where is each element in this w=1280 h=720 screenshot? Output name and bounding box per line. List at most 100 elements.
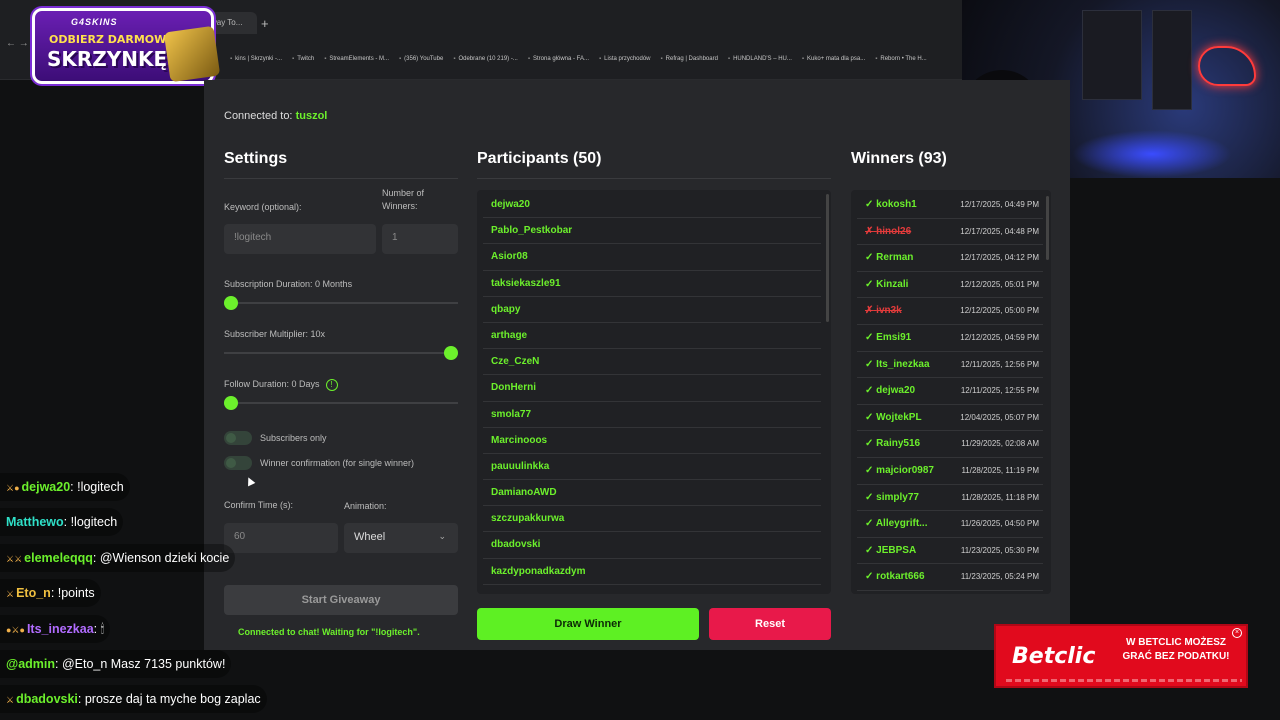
ad-fine-print <box>1006 679 1242 682</box>
winner-name-text: hinol26 <box>876 225 912 237</box>
sub-duration-label: Subscription Duration: 0 Months <box>224 279 353 289</box>
participants-scrollbar[interactable] <box>826 194 829 322</box>
bookmark-item[interactable]: HUNDLAND'S – HU... <box>728 56 792 62</box>
participant-row: dbadovski <box>483 532 821 559</box>
bookmark-item[interactable]: (356) YouTube <box>399 56 443 62</box>
animation-select[interactable]: Wheel ⌄ <box>344 523 458 553</box>
stream-frame: ← → way To... + kins | Skrzynki -...Twit… <box>0 0 1280 720</box>
keyword-input[interactable]: !logitech <box>224 224 376 254</box>
reset-button[interactable]: Reset <box>709 608 831 640</box>
bookmark-item[interactable]: Strona główna - FA... <box>528 56 589 62</box>
winner-date: 11/26/2025, 04:50 PM <box>960 519 1039 529</box>
chat-text: : prosze daj ta myche bog zaplac <box>77 692 261 707</box>
participant-row: Pablo_Pestkobar <box>483 218 821 245</box>
bookmark-item[interactable]: kins | Skrzynki -... <box>230 56 282 62</box>
chat-badge-icon: ⚔⚔ <box>6 553 23 564</box>
animation-value: Wheel <box>354 531 386 543</box>
winner-confirmation-toggle[interactable] <box>224 456 252 470</box>
check-icon: ✓ <box>865 411 874 423</box>
bookmark-item[interactable]: Refrag | Dashboard <box>661 56 718 62</box>
winner-name: ✓ rotkart666 <box>865 571 925 582</box>
participant-row: taksiekaszle91 <box>483 271 821 297</box>
winner-row: ✓ kokosh1 12/17/2025, 04:49 PM <box>857 192 1043 219</box>
winner-date: 12/11/2025, 12:56 PM <box>960 359 1039 369</box>
winner-name-text: simply77 <box>876 491 919 503</box>
participant-row: smola77 <box>483 402 821 428</box>
rejected-winner-name: ✗ ivn3k <box>865 305 902 316</box>
participants-divider <box>477 178 831 179</box>
winner-name: ✓ simply77 <box>865 492 919 503</box>
winner-name: ✓ Kinzali <box>865 279 908 290</box>
winner-name-text: WojtekPL <box>876 411 922 423</box>
chat-username: dejwa20 <box>21 480 71 494</box>
participant-row: Marcinooos <box>483 428 821 454</box>
bookmark-item[interactable]: StreamElements - M... <box>324 56 389 62</box>
chat-username: elemeleqqq <box>24 550 93 565</box>
settings-divider <box>224 178 458 179</box>
settings-title: Settings <box>224 150 288 167</box>
winners-count-label: Number of Winners: <box>382 188 425 211</box>
confirm-time-label: Confirm Time (s): <box>224 500 294 510</box>
participant-row: szczupakkurwa <box>483 506 821 533</box>
winner-name: ✓ kokosh1 <box>865 199 917 210</box>
winner-name-text: majcior0987 <box>876 464 934 476</box>
subscribers-only-toggle[interactable] <box>224 431 252 445</box>
participants-list[interactable]: dejwa20 Pablo_Pestkobar Asior08 taksiekaszl… <box>477 190 831 594</box>
promo-badge: G4SKINS ODBIERZ DARMOWĄ SKRZYNKĘ! <box>32 8 221 84</box>
winner-row: ✗ ivn3k 12/12/2025, 05:00 PM <box>857 298 1043 325</box>
check-icon: ✓ <box>865 464 874 476</box>
confirm-time-input[interactable]: 60 <box>224 523 338 553</box>
check-icon: ✓ <box>865 358 874 370</box>
draw-winner-button[interactable]: Draw Winner <box>477 608 699 640</box>
browser-nav-arrows[interactable]: ← → <box>6 38 29 49</box>
winner-name-text: Rerman <box>876 252 914 264</box>
winners-count-input[interactable]: 1 <box>382 224 458 254</box>
multiplier-slider[interactable] <box>444 346 458 360</box>
info-icon[interactable]: ! <box>325 378 338 391</box>
winner-row: ✓ majcior0987 11/28/2025, 11:19 PM <box>857 458 1043 485</box>
check-icon: ✓ <box>865 331 874 343</box>
winner-row: ✓ Its_inezkaa 12/11/2025, 12:56 PM <box>857 352 1043 379</box>
winner-name-text: JEBPSA <box>876 544 917 556</box>
winner-date: 12/17/2025, 04:49 PM <box>960 200 1039 209</box>
connection-info: Connected to: tuszol <box>224 110 327 122</box>
winner-name-text: rotkart666 <box>876 571 925 583</box>
new-tab-button[interactable]: + <box>261 16 269 31</box>
chat-text: : !points <box>50 586 95 601</box>
betclic-ad[interactable]: Betclic W BETCLIC MOŻESZ GRAĆ BEZ PODATK… <box>994 624 1248 688</box>
bookmark-item[interactable]: Reborn • The H... <box>875 56 926 62</box>
winner-date: 11/23/2025, 05:24 PM <box>960 572 1039 582</box>
bookmark-item[interactable]: Kuko+ mata dla psa... <box>802 56 865 62</box>
follow-duration-slider[interactable] <box>224 396 238 410</box>
participant-row: arthage <box>483 323 821 350</box>
winner-row: ✓ simply77 11/28/2025, 11:18 PM <box>857 485 1043 512</box>
chat-status: Connected to chat! Waiting for "!logitec… <box>238 627 420 637</box>
winner-name-text: Alleygrift... <box>875 518 928 530</box>
winner-row: ✓ JEBPSA 11/23/2025, 05:30 PM <box>857 538 1043 565</box>
winner-name: ✓ dejwa20 <box>865 385 915 396</box>
winner-name-text: Emsi91 <box>876 331 912 343</box>
winner-name: ✓ Emsi91 <box>865 332 911 343</box>
chat-badge-icon: ⚔ <box>6 589 15 600</box>
chat-text: : @Eto_n Masz 7135 punktów! <box>55 657 226 671</box>
bookmark-item[interactable]: Lista przychodów <box>599 56 650 62</box>
start-giveaway-button[interactable]: Start Giveaway <box>224 585 458 615</box>
sub-duration-track <box>224 302 458 304</box>
sub-duration-slider[interactable] <box>224 296 238 310</box>
bookmarks-bar: kins | Skrzynki -... Twitch StreamElements… <box>230 56 927 62</box>
bookmark-item[interactable]: Odebrane (10 219) -... <box>453 56 517 62</box>
winners-scrollbar[interactable] <box>1046 196 1049 260</box>
winners-list[interactable]: ✓ kokosh1 12/17/2025, 04:49 PM ✗ hinol26 12… <box>851 190 1051 594</box>
promo-line1: ODBIERZ DARMOWĄ <box>49 33 175 46</box>
led-glow <box>1072 130 1232 178</box>
shelf-middle <box>1152 10 1192 110</box>
close-icon[interactable]: × <box>1232 628 1242 638</box>
animation-label: Animation: <box>344 501 387 511</box>
participant-row: kazdyponadkazdym <box>483 559 821 585</box>
winner-date: 12/12/2025, 05:01 PM <box>960 279 1039 289</box>
bookmark-item[interactable]: Twitch <box>292 56 314 62</box>
promo-line2: SKRZYNKĘ! <box>47 47 177 71</box>
follow-duration-text: Follow Duration: 0 Days <box>224 379 320 389</box>
winner-name-text: ivn3k <box>876 305 902 317</box>
participant-row: dejwa20 <box>483 192 821 219</box>
